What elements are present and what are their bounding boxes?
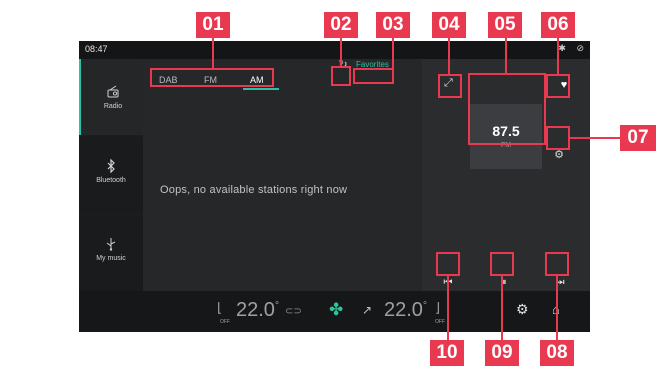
callout-09: 09 [485,340,519,366]
radio-icon [107,85,119,98]
connector-05 [505,38,507,73]
highlight-favorites [353,68,394,84]
clock: 08:47 [85,44,108,54]
climate-bar: ⌊ OFF 22.0° ⊂⊃ ✤ ↗ 22.0° ⌋ OFF ⚙ ⌂ [79,291,590,332]
seat-heat-left-icon[interactable]: ⌊ [217,300,222,316]
callout-04: 04 [432,12,466,38]
active-tab-indicator [243,88,279,90]
sidebar-item-my-music[interactable]: My music [79,215,143,291]
callout-08: 08 [540,340,574,366]
callout-07: 07 [620,125,656,151]
climate-settings-icon[interactable]: ⚙ [516,301,529,318]
status-bar: 08:47 ✱ ⊘ [79,41,590,59]
connector-01 [212,38,214,68]
highlight-pause [490,252,514,276]
highlight-previous [436,252,460,276]
sidebar-item-label: Radio [103,103,123,110]
left-temp-unit: ° [274,300,279,312]
connector-04 [448,38,450,74]
connector-07 [570,137,622,139]
highlight-favorite [546,74,570,98]
seat-heat-left-status: OFF [220,319,230,325]
highlight-refresh [331,66,351,86]
left-temperature[interactable]: 22.0° [236,299,279,322]
status-icons: ✱ ⊘ [550,43,584,54]
highlight-band-tabs [150,68,274,87]
empty-state-message: Oops, no available stations right now [160,184,348,196]
source-sidebar: Radio Bluetooth My music [79,59,145,291]
sidebar-item-label: Bluetooth [96,177,126,184]
settings-gear-icon[interactable]: ⚙ [552,148,566,162]
callout-03: 03 [376,12,410,38]
sidebar-item-label: My music [96,255,126,262]
pause-icon[interactable]: ⏸ [498,277,510,289]
callout-10: 10 [430,340,464,366]
connector-06 [557,38,559,74]
callout-01: 01 [196,12,230,38]
right-temp-unit: ° [422,300,427,312]
highlight-settings [546,126,570,150]
car-recirculation-icon[interactable]: ⊂⊃ [285,306,302,317]
sidebar-item-bluetooth[interactable]: Bluetooth [79,137,143,213]
right-temp-value: 22.0 [384,299,423,321]
connector-03 [392,38,394,68]
highlight-frequency-card [468,73,546,145]
connector-09 [501,276,503,340]
highlight-expand [438,74,462,98]
connector-02 [340,38,342,66]
callout-06: 06 [541,12,575,38]
usb-icon [106,238,116,251]
left-temp-value: 22.0 [236,299,275,321]
right-temperature[interactable]: 22.0° [384,299,427,322]
bluetooth-icon [107,159,115,173]
link-icon: ⊘ [576,43,584,53]
highlight-next [545,252,569,276]
sidebar-item-radio[interactable]: Radio [79,59,145,135]
callout-05: 05 [488,12,522,38]
callout-02: 02 [324,12,358,38]
connector-08 [556,276,558,340]
seat-heat-right-status: OFF [435,319,445,325]
station-list-area: DAB FM AM Oops, no available stations ri… [143,59,422,291]
airflow-icon[interactable]: ↗ [362,303,372,317]
bluetooth-icon: ✱ [558,43,566,53]
connector-10 [447,276,449,340]
fan-icon[interactable]: ✤ [329,300,343,320]
seat-heat-right-icon[interactable]: ⌋ [435,300,440,316]
